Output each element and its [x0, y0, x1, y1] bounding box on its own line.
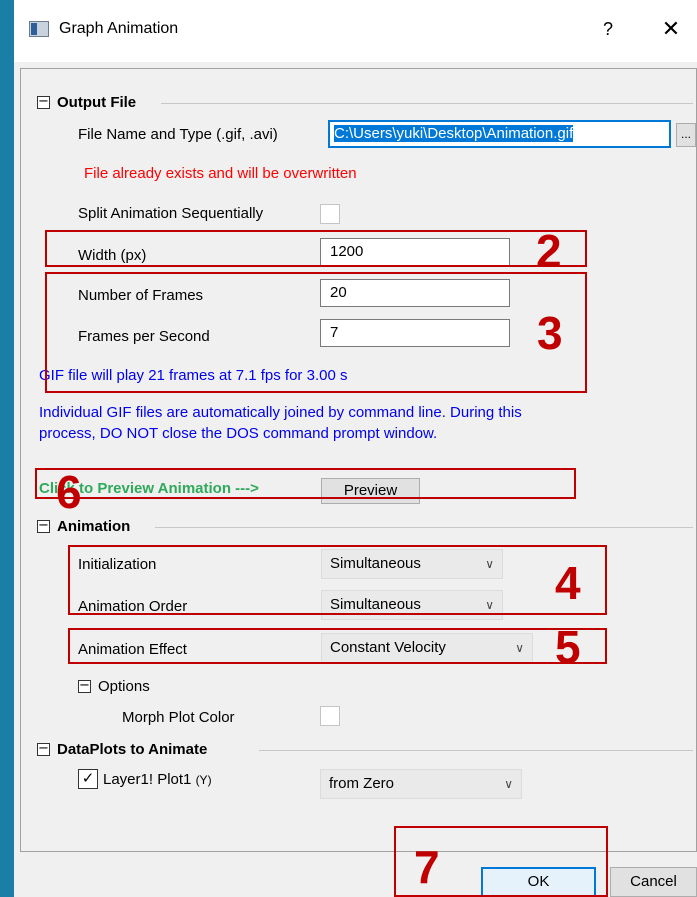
plot-animation-value: from Zero: [329, 775, 395, 792]
frames-per-second-input[interactable]: 7: [320, 319, 510, 347]
title-bar: Graph Animation ? ✕: [14, 0, 697, 62]
file-name-value: C:\Users\yuki\Desktop\Animation.gif: [334, 125, 574, 142]
split-animation-label: Split Animation Sequentially: [78, 205, 264, 222]
annotation-number-3: 3: [537, 307, 563, 359]
dataplots-group-title: DataPlots to Animate: [57, 741, 208, 758]
app-icon: [29, 21, 49, 37]
cancel-button[interactable]: Cancel: [610, 867, 697, 897]
gif-info-text: GIF file will play 21 frames at 7.1 fps …: [39, 367, 348, 384]
join-info-line2: process, DO NOT close the DOS command pr…: [39, 425, 438, 442]
animation-order-select[interactable]: Simultaneous ∨: [321, 590, 503, 620]
group-divider: [155, 527, 693, 528]
annotation-number-4: 4: [555, 557, 581, 609]
width-input[interactable]: 1200: [320, 238, 510, 266]
output-file-group-title: Output File: [57, 94, 137, 111]
number-of-frames-input[interactable]: 20: [320, 279, 510, 307]
animation-group-title: Animation: [57, 518, 131, 535]
help-button[interactable]: ?: [596, 17, 620, 41]
group-divider: [259, 750, 693, 751]
morph-plot-color-label: Morph Plot Color: [122, 709, 235, 726]
number-of-frames-label: Number of Frames: [78, 287, 204, 304]
annotation-number-7: 7: [414, 841, 440, 893]
settings-panel: − Output File File Name and Type (.gif, …: [20, 68, 697, 852]
animation-effect-value: Constant Velocity: [330, 639, 446, 656]
annotation-number-6: 6: [56, 466, 82, 518]
annotation-number-5: 5: [555, 621, 581, 673]
plot-suffix: (Y): [195, 773, 212, 787]
join-info-line1: Individual GIF files are automatically j…: [39, 404, 522, 421]
close-icon[interactable]: ✕: [657, 15, 685, 43]
split-animation-checkbox[interactable]: [320, 204, 340, 224]
options-title: Options: [98, 678, 150, 695]
graph-animation-dialog: Graph Animation ? ✕ − Output File File N…: [14, 0, 697, 897]
preview-button[interactable]: Preview: [321, 478, 420, 504]
frames-per-second-label: Frames per Second: [78, 328, 210, 345]
plot-name: Layer1! Plot1: [103, 771, 192, 788]
browse-button[interactable]: ...: [676, 123, 696, 147]
file-name-input[interactable]: C:\Users\yuki\Desktop\Animation.gif: [328, 120, 671, 148]
morph-plot-color-checkbox[interactable]: [320, 706, 340, 726]
chevron-down-icon: ∨: [504, 777, 513, 791]
annotation-number-2: 2: [536, 225, 562, 277]
width-label: Width (px): [78, 247, 147, 264]
chevron-down-icon: ∨: [485, 598, 494, 612]
initialization-label: Initialization: [78, 556, 157, 573]
ok-button[interactable]: OK: [481, 867, 596, 897]
animation-effect-select[interactable]: Constant Velocity ∨: [321, 633, 533, 663]
animation-order-value: Simultaneous: [330, 596, 421, 613]
plot-checkbox[interactable]: ✓: [78, 769, 98, 789]
file-name-label: File Name and Type (.gif, .avi): [78, 126, 278, 143]
plot-label: Layer1! Plot1 (Y): [103, 771, 212, 788]
overwrite-warning: File already exists and will be overwrit…: [84, 165, 357, 182]
plot-animation-select[interactable]: from Zero ∨: [320, 769, 522, 799]
chevron-down-icon: ∨: [515, 641, 524, 655]
chevron-down-icon: ∨: [485, 557, 494, 571]
initialization-select[interactable]: Simultaneous ∨: [321, 549, 503, 579]
dataplots-collapse-icon[interactable]: −: [37, 742, 50, 756]
window-title: Graph Animation: [59, 20, 179, 37]
animation-effect-label: Animation Effect: [78, 641, 187, 658]
options-collapse-icon[interactable]: −: [78, 679, 91, 693]
animation-collapse-icon[interactable]: −: [37, 519, 50, 533]
initialization-value: Simultaneous: [330, 555, 421, 572]
animation-order-label: Animation Order: [78, 598, 188, 615]
group-divider: [161, 103, 693, 104]
output-file-collapse-icon[interactable]: −: [37, 95, 50, 109]
